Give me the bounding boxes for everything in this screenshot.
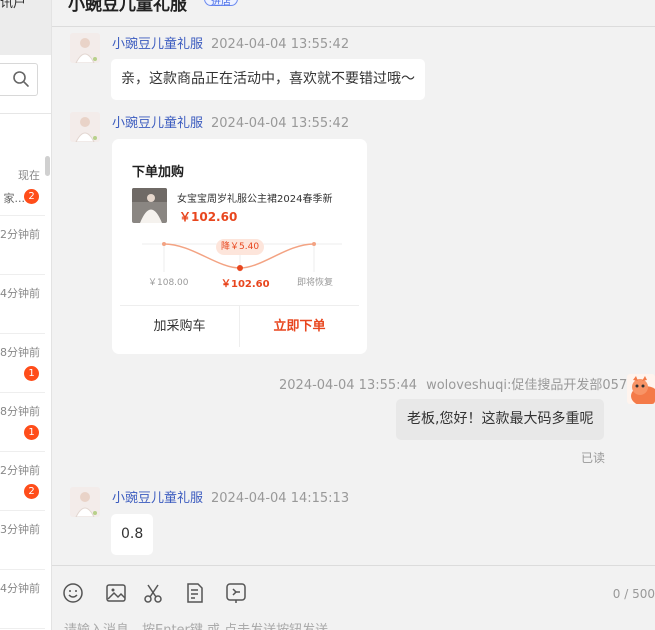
sidebar-divider [0, 113, 51, 114]
message-bubble: 亲，这款商品正在活动中，喜欢就不要错过哦～ [111, 59, 425, 100]
shop-avatar[interactable] [70, 112, 100, 142]
image-icon[interactable] [105, 582, 127, 604]
conversation-time: 3分钟前 [0, 523, 40, 536]
chat-title: 小豌豆儿童礼服 [68, 0, 187, 15]
product-name[interactable]: 女宝宝周岁礼服公主裙2024春季新 [177, 190, 349, 205]
sidebar-scrollbar[interactable] [45, 156, 50, 176]
product-card[interactable]: 下单加购 女宝宝周岁礼服公主裙2024春季新 ￥102.60 降￥5.40 ￥1… [112, 139, 367, 354]
product-image [132, 188, 167, 223]
message-bubble: 0.8 [111, 514, 154, 555]
shop-avatar[interactable] [70, 487, 100, 517]
conversation-item[interactable]: 2分钟前 2 [0, 452, 45, 511]
conversation-time: 现在 [18, 169, 40, 182]
sender-name: woloveshuqi:促佳搜品开发部057 [426, 378, 628, 393]
avatar-image [70, 112, 100, 142]
unread-badge: 1 [24, 425, 39, 440]
current-price: ￥102.60 [221, 279, 270, 290]
emoji-icon[interactable] [62, 582, 84, 604]
conversation-item[interactable]: 现在 家... 2 [0, 157, 45, 216]
conversation-time: 8分钟前 [0, 346, 40, 359]
enter-shop-tag[interactable]: 进店 [204, 0, 238, 8]
product-price: ￥102.60 [179, 210, 238, 224]
conversation-item[interactable]: 8分钟前 1 [0, 334, 45, 393]
buy-now-button[interactable]: 立即下单 [240, 306, 359, 347]
sender-name[interactable]: 小豌豆儿童礼服 [112, 491, 203, 506]
sidebar-topbar: 讯户 [0, 0, 51, 55]
self-message-bubble: 老板,您好！这款最大码多重呢 [396, 399, 605, 440]
original-price: ￥108.00 [148, 278, 189, 288]
chat-header: 小豌豆儿童礼服 进店 [52, 0, 655, 27]
message-meta: 2024-04-04 13:55:44 woloveshuqi:促佳搜品开发部05… [279, 374, 627, 393]
history-icon[interactable] [225, 582, 247, 604]
product-thumbnail[interactable] [132, 188, 167, 223]
shop-avatar[interactable] [70, 33, 100, 63]
conversation-item[interactable]: 2分钟前 [0, 216, 45, 275]
chat-panel: 小豌豆儿童礼服 进店 小豌豆儿童礼服 2024-04-04 13:55:42 亲，… [52, 0, 655, 630]
message-time: 2024-04-04 13:55:42 [211, 116, 350, 131]
sidebar-top-text: 讯户 [0, 0, 27, 11]
message-meta: 小豌豆儿童礼服 2024-04-04 14:15:13 [112, 487, 349, 506]
restore-label: 即将恢复 [297, 278, 334, 288]
conversation-item[interactable]: 3分钟前 [0, 511, 45, 570]
message-input-area[interactable]: 0 / 500 请输入消息，按Enter键 或 点击发送按钮发送 [52, 565, 655, 630]
search-icon[interactable] [12, 70, 30, 88]
conversation-time: 8分钟前 [0, 405, 40, 418]
unread-badge: 2 [24, 484, 39, 499]
conversation-time: 2分钟前 [0, 228, 40, 241]
message-input[interactable]: 请输入消息，按Enter键 或 点击发送按钮发送 [64, 619, 328, 630]
conversation-time: 4分钟前 [0, 582, 40, 595]
message-meta: 小豌豆儿童礼服 2024-04-04 13:55:42 [112, 112, 349, 131]
character-count: 0 / 500 [612, 587, 655, 601]
read-status: 已读 [581, 451, 606, 465]
avatar-image [627, 374, 655, 404]
conversation-item[interactable]: 4分钟前 [0, 570, 45, 629]
scissors-icon[interactable] [142, 582, 164, 604]
price-drop-badge: 降￥5.40 [216, 239, 265, 255]
message-time: 2024-04-04 13:55:44 [279, 378, 418, 393]
card-title: 下单加购 [132, 165, 185, 180]
sender-name[interactable]: 小豌豆儿童礼服 [112, 37, 203, 52]
conversation-preview: 家... [3, 192, 26, 205]
conversation-time: 2分钟前 [0, 464, 40, 477]
conversation-item[interactable]: 8分钟前 1 [0, 393, 45, 452]
self-avatar[interactable] [627, 374, 655, 404]
quick-reply-icon[interactable] [184, 582, 206, 604]
conversation-sidebar: 讯户 现在 家... 2 2分钟前 4分钟前 8分钟前 1 8分钟前 1 2分钟… [0, 0, 52, 630]
avatar-image [70, 487, 100, 517]
message-time: 2024-04-04 13:55:42 [211, 37, 350, 52]
avatar-image [70, 33, 100, 63]
unread-badge: 1 [24, 366, 39, 381]
message-meta: 小豌豆儿童礼服 2024-04-04 13:55:42 [112, 33, 349, 52]
conversation-time: 4分钟前 [0, 287, 40, 300]
sender-name[interactable]: 小豌豆儿童礼服 [112, 116, 203, 131]
unread-badge: 2 [24, 189, 39, 204]
conversation-item[interactable]: 4分钟前 [0, 275, 45, 334]
message-time: 2024-04-04 14:15:13 [211, 491, 350, 506]
add-to-cart-button[interactable]: 加采购车 [120, 306, 239, 347]
